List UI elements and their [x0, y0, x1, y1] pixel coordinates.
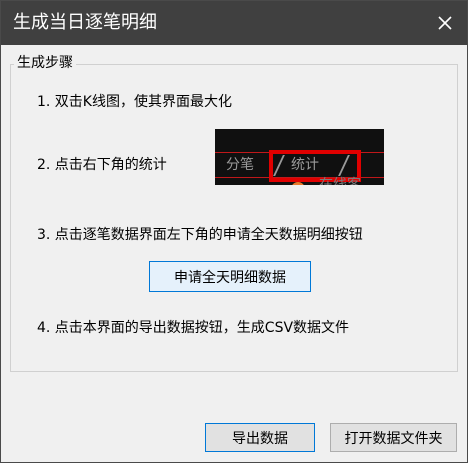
groupbox-legend: 生成步骤	[14, 54, 76, 72]
apply-all-day-button[interactable]: 申请全天明细数据	[149, 261, 311, 292]
close-icon	[438, 16, 452, 30]
step-2-text: 2. 点击右下角的统计	[37, 157, 167, 173]
preview-tab-fenbi: 分笔	[226, 157, 254, 173]
close-button[interactable]	[423, 1, 467, 45]
step-4-text: 4. 点击本界面的导出数据按钮，生成CSV数据文件	[37, 320, 350, 336]
online-icon	[291, 182, 305, 185]
tab-preview-image: 分笔 统计 在线客	[215, 129, 384, 185]
window-title: 生成当日逐笔明细	[13, 12, 157, 33]
step-1-text: 1. 双击K线图，使其界面最大化	[37, 94, 232, 110]
preview-partial-text: 在线客	[319, 177, 361, 185]
dialog-window: 生成当日逐笔明细 生成步骤 1. 双击K线图，使其界面最大化 2. 点击右下角的…	[0, 0, 468, 463]
open-data-folder-button[interactable]: 打开数据文件夹	[330, 423, 457, 452]
title-bar[interactable]: 生成当日逐笔明细	[1, 1, 467, 45]
step-3-text: 3. 点击逐笔数据界面左下角的申请全天数据明细按钮	[37, 227, 363, 243]
export-data-button[interactable]: 导出数据	[205, 423, 315, 452]
